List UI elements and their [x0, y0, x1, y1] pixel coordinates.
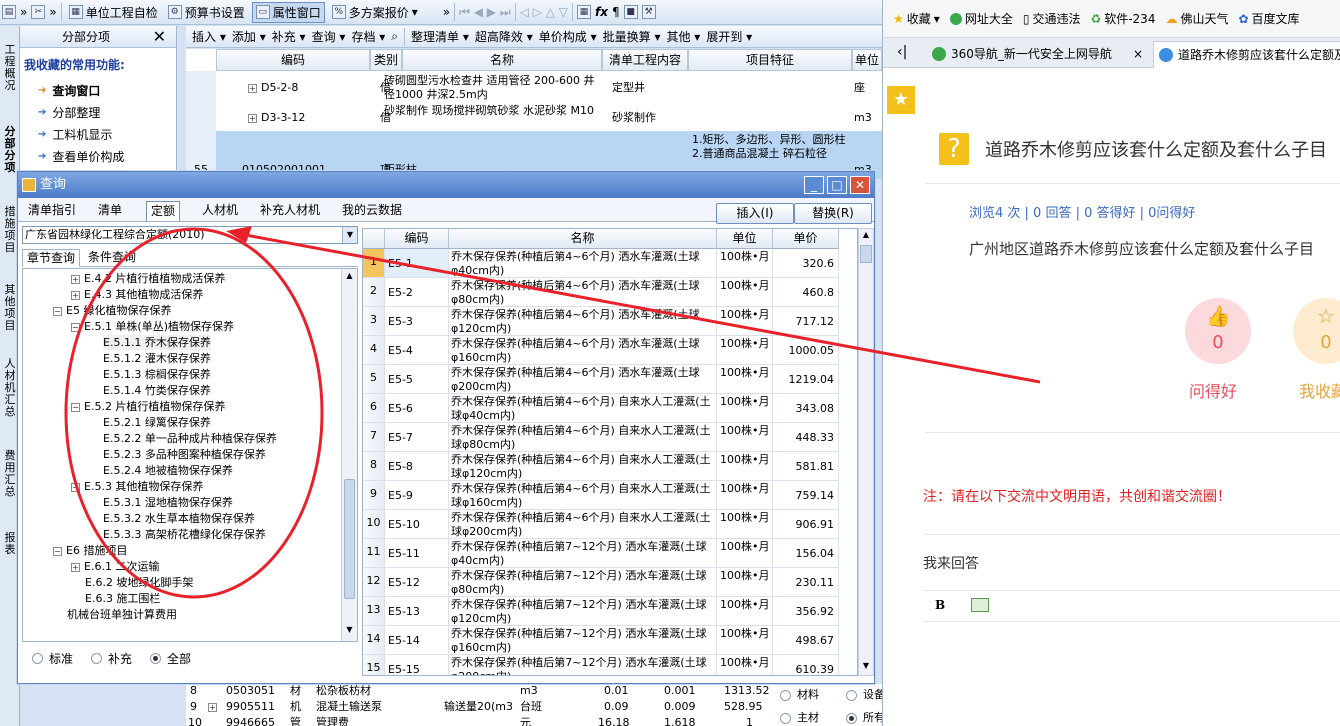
annotation-arrow-line	[239, 232, 1041, 384]
annotation-ellipse	[64, 227, 324, 599]
annotation-overlay	[64, 226, 1041, 599]
